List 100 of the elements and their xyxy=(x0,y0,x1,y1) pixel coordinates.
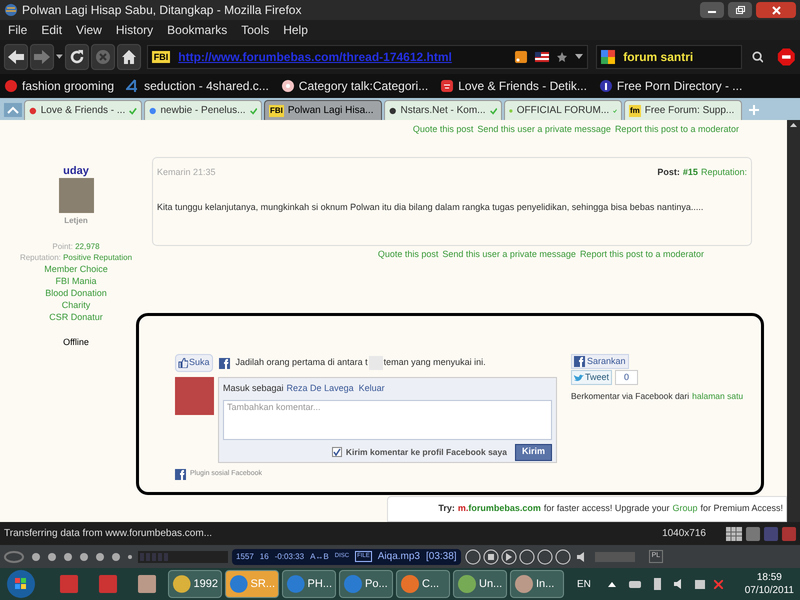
menu-item[interactable]: Tools xyxy=(241,21,270,39)
logout-link[interactable]: Keluar xyxy=(358,382,385,396)
mobile-site-link[interactable]: m.forumbebas.com xyxy=(458,502,541,516)
banner-text: for faster access! Upgrade your xyxy=(544,502,670,516)
frequency-text: 16 xyxy=(260,550,269,562)
bookmark-link[interactable]: Free Porn Directory - ... xyxy=(598,77,742,95)
reputation-text: Reputation: Positive Reputation xyxy=(20,252,132,262)
addon-icon xyxy=(764,526,778,540)
stop-sign-icon xyxy=(777,46,796,68)
username[interactable]: uday xyxy=(63,164,89,176)
start-orb-icon xyxy=(6,569,36,599)
like-text: Jadilah orang pertama di antara t xyxy=(236,356,368,370)
left-arrow-icon xyxy=(7,49,25,65)
award-link[interactable]: FBI Mania xyxy=(55,274,96,286)
scrollbar[interactable] xyxy=(787,120,800,522)
site-badge: FBI xyxy=(152,51,170,63)
menu-item[interactable]: View xyxy=(76,21,102,39)
app-icon xyxy=(229,574,249,594)
language-indicator[interactable]: EN xyxy=(577,576,591,592)
taskbar-button[interactable]: In... xyxy=(510,570,564,598)
clock-date: 07/10/2011 xyxy=(744,584,794,597)
check-icon xyxy=(129,106,137,116)
via-link[interactable]: halaman satu xyxy=(692,390,744,403)
menu-item[interactable]: Edit xyxy=(41,21,62,39)
submit-button[interactable]: Kirim xyxy=(514,444,552,460)
avatar-photo-placeholder xyxy=(58,178,94,212)
browser-tab[interactable]: newbie - Penelus... xyxy=(144,100,262,120)
browser-tab[interactable]: Nstars.Net - Kom... xyxy=(384,100,502,120)
menu-item[interactable]: History xyxy=(116,21,154,39)
post-label: Post: xyxy=(657,166,680,178)
taskbar-button[interactable]: 1992 xyxy=(168,570,222,598)
search-field[interactable]: forum santri xyxy=(596,45,742,69)
pinned-app-icon xyxy=(57,573,81,595)
browser-tab[interactable]: Love & Friends - ... xyxy=(24,100,142,120)
recommend-button[interactable]: Sarankan xyxy=(571,354,629,369)
user-link[interactable]: Reza De Lavega xyxy=(286,382,354,396)
tab-badge: FBI xyxy=(269,104,284,116)
via-text: Berkomentar via Facebook dari xyxy=(571,390,690,403)
comment-input-field[interactable]: Tambahkan komentar... xyxy=(223,400,552,440)
user-rank: Letjen xyxy=(64,214,88,226)
try-label: Try: xyxy=(438,502,455,516)
show-hidden-icon xyxy=(608,581,616,587)
clock-time: 18:59 xyxy=(756,571,782,584)
back-button[interactable] xyxy=(4,44,28,70)
taskbar-button[interactable]: Un... xyxy=(453,570,507,598)
app-icon xyxy=(172,574,192,594)
app-icon xyxy=(343,574,363,594)
profile-checkbox[interactable] xyxy=(332,447,342,457)
ab-repeat-label[interactable]: A↔B xyxy=(310,550,329,562)
minimize-button[interactable] xyxy=(700,2,724,18)
profile-photo-placeholder xyxy=(175,377,214,415)
bookmark-icon xyxy=(440,79,454,93)
status-text: Transferring data from www.forumbebas.com... xyxy=(4,527,212,541)
close-button[interactable] xyxy=(756,2,796,18)
browser-tab[interactable]: OFFICIAL FORUM... xyxy=(504,100,622,120)
bookmark-link[interactable]: seduction - 4shared.c... xyxy=(126,77,269,95)
taskbar-button[interactable]: PH... xyxy=(282,570,336,598)
time-text: -0:03:33 xyxy=(274,550,304,562)
star-icon xyxy=(557,52,568,62)
group-link[interactable]: Group xyxy=(672,502,698,516)
window-title: Polwan Lagi Hisap Sabu, Ditangkap - Mozilla Firefox xyxy=(22,2,302,19)
post-date: Kemarin 21:35 xyxy=(157,166,216,178)
facebook-icon xyxy=(218,358,230,368)
post-link[interactable]: Report this post to a moderator xyxy=(580,248,704,261)
speaker-icon xyxy=(674,579,682,589)
menu-item[interactable]: File xyxy=(8,21,28,39)
banner-text: for Premium Access! xyxy=(700,502,783,516)
check-icon xyxy=(250,106,257,116)
search-text: forum santri xyxy=(623,49,694,66)
like-button[interactable]: Suka xyxy=(175,354,213,372)
caret-icon xyxy=(56,54,63,60)
browser-tab[interactable]: fm Free Forum: Supp... xyxy=(624,100,742,120)
post-link[interactable]: Report this post to a moderator xyxy=(614,123,739,136)
stop-icon xyxy=(94,49,111,65)
taskbar-button[interactable]: C... xyxy=(396,570,450,598)
tweet-button[interactable]: Tweet xyxy=(571,370,612,385)
bookmark-link[interactable]: Category talk:Categori... xyxy=(280,77,428,95)
cross-icon xyxy=(714,580,723,588)
address-bar[interactable]: FBI http://www.forumbebas.com/thread-174612.html xyxy=(146,45,588,69)
tweet-count: 0 xyxy=(615,370,638,385)
close-icon xyxy=(772,6,780,14)
bookmark-link[interactable]: Love & Friends - Detik... xyxy=(440,77,587,95)
taskbar-button[interactable]: Po... xyxy=(339,570,393,598)
home-icon xyxy=(120,49,137,65)
home-button[interactable] xyxy=(116,44,141,70)
tab-badge: fm xyxy=(629,104,641,116)
grid-icon xyxy=(726,526,742,540)
reload-button[interactable] xyxy=(64,44,89,70)
facebook-icon xyxy=(574,356,585,367)
bird-icon xyxy=(574,374,584,382)
bookmark-link[interactable]: fashion grooming xyxy=(4,77,114,95)
post-number[interactable]: #15 xyxy=(682,166,698,179)
maximize-button[interactable] xyxy=(728,2,752,18)
menu-item[interactable]: Help xyxy=(283,21,308,39)
menu-item[interactable]: Bookmarks xyxy=(167,21,228,39)
browser-tab[interactable]: FBI Polwan Lagi Hisa... xyxy=(264,100,382,120)
window-size-text: 1040x716 xyxy=(662,527,706,541)
pinned-app-icon xyxy=(96,573,120,595)
url-text: http://www.forumbebas.com/thread-174612.html xyxy=(178,49,452,66)
checkbox-label: Kirim komentar ke profil Facebook saya xyxy=(346,446,507,458)
